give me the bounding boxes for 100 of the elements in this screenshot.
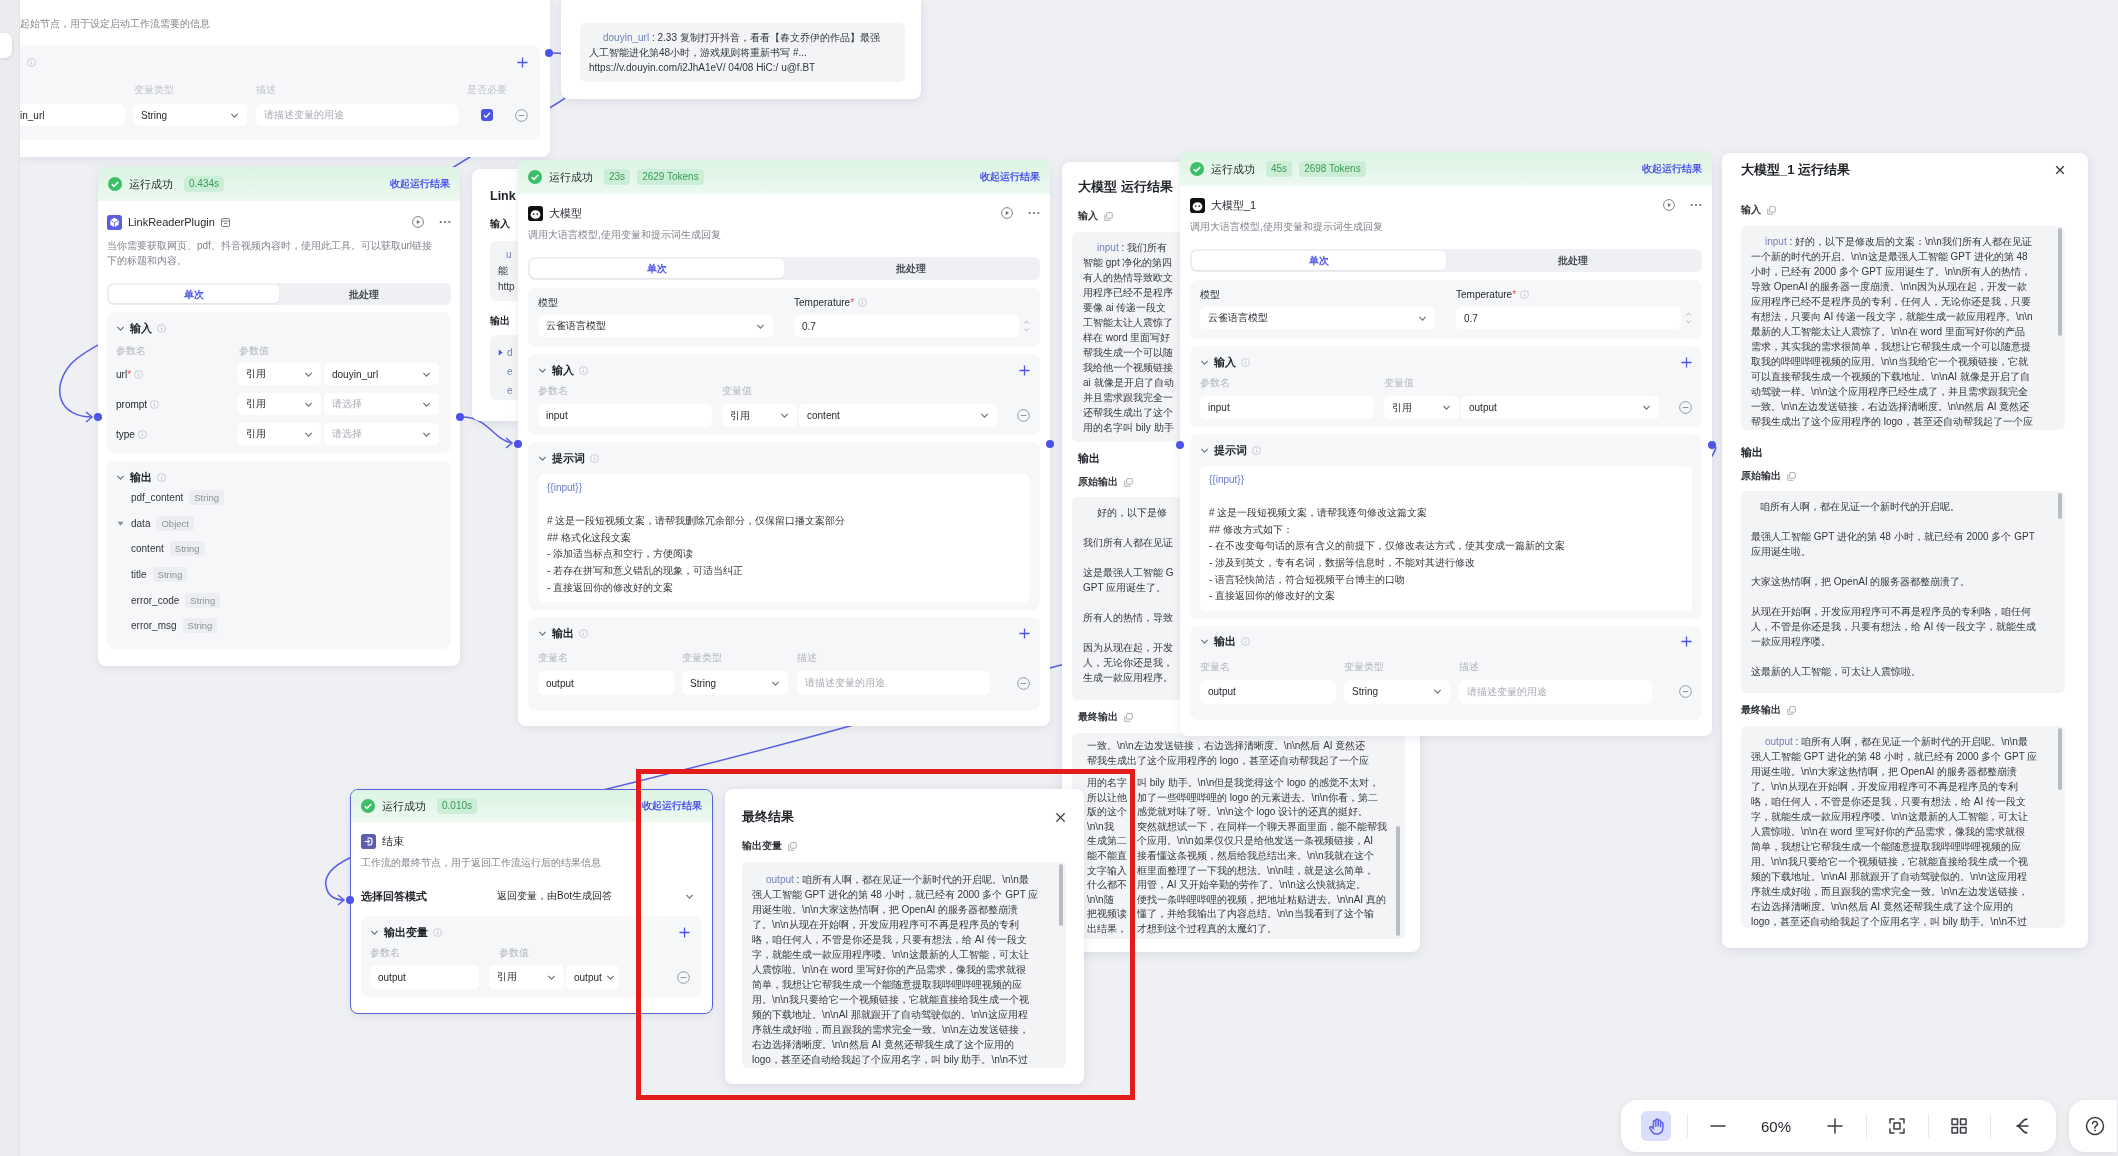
fit-screen-icon xyxy=(1889,1118,1905,1134)
caret-icon[interactable] xyxy=(117,519,124,527)
mode-tab[interactable]: 单次 xyxy=(530,259,784,278)
scrollbar[interactable] xyxy=(2058,728,2062,790)
scrollbar[interactable] xyxy=(2058,493,2062,519)
window-icon[interactable] xyxy=(220,217,230,227)
column-label: 参数名 xyxy=(1200,376,1231,389)
more-icon[interactable] xyxy=(439,220,451,224)
collapse-results-link[interactable]: 收起运行结果 xyxy=(980,170,1040,184)
type-select[interactable]: String xyxy=(1344,679,1450,704)
result-text: douyin_url : 2.33 复制打开抖音，看看【春文乔伊的作品】最强 人工智能进化第48小时，游戏规则将重新书写 #... https://v.douyin.com/i2JhA1eV/ 04/08 HiC:/ u@f.BT xyxy=(589,31,880,75)
duration-badge: 23s xyxy=(604,169,631,185)
mode-tab[interactable]: 批处理 xyxy=(1446,251,1700,270)
play-icon[interactable] xyxy=(412,216,424,228)
variable-name-input[interactable]: output xyxy=(538,671,674,696)
mode-tab[interactable]: 批处理 xyxy=(784,259,1038,278)
connection-dot-icon[interactable] xyxy=(456,413,464,421)
add-icon[interactable] xyxy=(1681,356,1692,368)
variable-select[interactable]: output xyxy=(1461,396,1659,419)
prompt-editor[interactable]: {{input}} # 这是一段短视频文案，请帮我删除冗余部分，仅保留口播文案部分 ## 格式化这段文案 - 添加适当标点和空行，方便阅读 - 若存在拼写和意义错乱的现象，可适当纠正 - 直接返回你的修改好的文案 xyxy=(538,474,1030,603)
source-select[interactable]: 引用 xyxy=(489,965,564,989)
connection-dot-icon[interactable] xyxy=(1176,441,1184,449)
section-title: 输出 xyxy=(1078,452,1100,464)
remove-icon[interactable] xyxy=(1017,409,1030,422)
model-select[interactable]: 云雀语言模型 xyxy=(1200,307,1435,329)
model-select[interactable]: 云雀语言模型 xyxy=(538,315,773,337)
more-icon[interactable] xyxy=(1028,211,1040,215)
connection-dot-icon[interactable] xyxy=(1046,440,1054,448)
type-select[interactable]: String xyxy=(682,671,788,696)
type-tag: String xyxy=(189,490,225,506)
add-icon[interactable] xyxy=(1019,364,1030,376)
variable-select[interactable]: douyin_url xyxy=(324,363,439,385)
connection-dot-icon[interactable] xyxy=(545,49,553,57)
chevron-down-icon xyxy=(1442,403,1451,412)
temperature-input[interactable]: 0.7 xyxy=(1456,307,1681,329)
source-select[interactable]: 引用 xyxy=(238,423,321,445)
section-label: 输入 xyxy=(1078,209,1098,223)
field-label: 选择回答模式 xyxy=(361,888,428,904)
mode-tab[interactable]: 单次 xyxy=(109,285,279,303)
result-text-fragment: 用的名字 所以让他 版的这个 \n\n我 生成第二 能不能直 文字输入 什么都不 \n\n随 把视频读 出结果， xyxy=(1087,776,1127,936)
close-icon[interactable] xyxy=(1055,811,1066,823)
param-name-input[interactable]: input xyxy=(538,404,712,427)
section-title: 输入 xyxy=(1214,354,1236,370)
zoom-level[interactable]: 60% xyxy=(1753,1117,1799,1135)
add-icon[interactable] xyxy=(1681,636,1692,648)
remove-icon[interactable] xyxy=(1017,676,1030,690)
info-icon xyxy=(1252,445,1261,455)
temperature-input[interactable]: 0.7 xyxy=(794,315,1019,337)
param-name-input[interactable]: input xyxy=(1200,396,1374,419)
variable-select[interactable]: content xyxy=(799,404,997,427)
play-icon[interactable] xyxy=(1001,207,1013,219)
remove-icon[interactable] xyxy=(1679,401,1692,414)
play-icon[interactable] xyxy=(1663,199,1675,211)
variable-name-input[interactable]: in_url xyxy=(20,104,125,126)
add-icon[interactable] xyxy=(1019,627,1030,639)
connection-dot-icon[interactable] xyxy=(1708,441,1716,449)
remove-icon[interactable] xyxy=(1679,685,1692,699)
prompt-editor[interactable]: {{input}} # 这是一段短视频文案，请帮我逐句修改这篇文案 ## 修改方式如下： - 在不改变每句话的原有含义的前提下，仅修改表达方式，使其变成一篇新的文案 - 涉及到英文，专有名词，数据等信息时，不能对其进行修改 - 语言轻快简洁，符合短视频平台博主的口吻 - 直接返回你的修改好的文案 xyxy=(1200,466,1692,611)
param-name-input[interactable]: output xyxy=(370,965,479,989)
more-icon[interactable] xyxy=(1690,203,1702,207)
variable-select[interactable]: output xyxy=(566,965,619,989)
connection-dot-icon[interactable] xyxy=(514,440,522,448)
node-title: 大模型_1 xyxy=(1211,197,1257,213)
field-name: title xyxy=(131,569,147,581)
column-label: 参数名 xyxy=(538,384,569,397)
section-label: 输入 xyxy=(490,217,510,231)
column-label: 参数值 xyxy=(498,946,530,959)
add-icon[interactable] xyxy=(517,57,528,68)
source-select[interactable]: 引用 xyxy=(722,404,797,427)
section-title: 输出 xyxy=(1214,634,1236,650)
help-button[interactable] xyxy=(2069,1100,2117,1152)
node-description: 起始节点，用于设定启动工作流需要的信息 xyxy=(20,17,210,31)
add-icon[interactable] xyxy=(679,926,690,938)
scrollbar[interactable] xyxy=(1059,864,1063,926)
section-title: 输出变量 xyxy=(384,924,428,940)
collapse-results-link[interactable]: 收起运行结果 xyxy=(1642,162,1702,176)
collapse-results-link[interactable]: 收起运行结果 xyxy=(642,799,702,813)
fork-icon xyxy=(2013,1118,2029,1134)
panel-title: 大模型_1 运行结果 xyxy=(1741,161,1851,179)
checkbox[interactable] xyxy=(481,109,493,121)
scrollbar[interactable] xyxy=(2058,228,2062,336)
panel-handle[interactable] xyxy=(0,33,12,58)
source-select[interactable]: 引用 xyxy=(1384,396,1459,419)
remove-icon[interactable] xyxy=(515,108,528,122)
caret-icon[interactable] xyxy=(497,349,504,356)
source-select[interactable]: 引用 xyxy=(238,363,321,385)
mode-tab[interactable]: 单次 xyxy=(1192,251,1446,270)
variable-name-input[interactable]: output xyxy=(1200,679,1336,704)
close-icon[interactable] xyxy=(2055,165,2065,175)
mode-tab[interactable]: 批处理 xyxy=(279,285,449,303)
connection-dot-icon[interactable] xyxy=(94,413,102,421)
type-select[interactable]: String xyxy=(133,104,247,126)
source-select[interactable]: 引用 xyxy=(238,393,321,415)
remove-icon[interactable] xyxy=(677,970,690,984)
collapse-results-link[interactable]: 收起运行结果 xyxy=(390,177,450,191)
connection-dot-icon[interactable] xyxy=(346,896,354,904)
scrollbar[interactable] xyxy=(1396,826,1400,936)
hand-tool-button[interactable] xyxy=(1641,1111,1671,1141)
result-text: 好的，以下是修 我们所有人都在见证 这是最强人工智能 G GPT 应用诞生了。 所有人的热情，导致 因为从现在起，开发 人，无论你还是我， 生成一款应用程序。 xyxy=(1083,505,1174,685)
section-title: 输出 xyxy=(130,469,152,485)
